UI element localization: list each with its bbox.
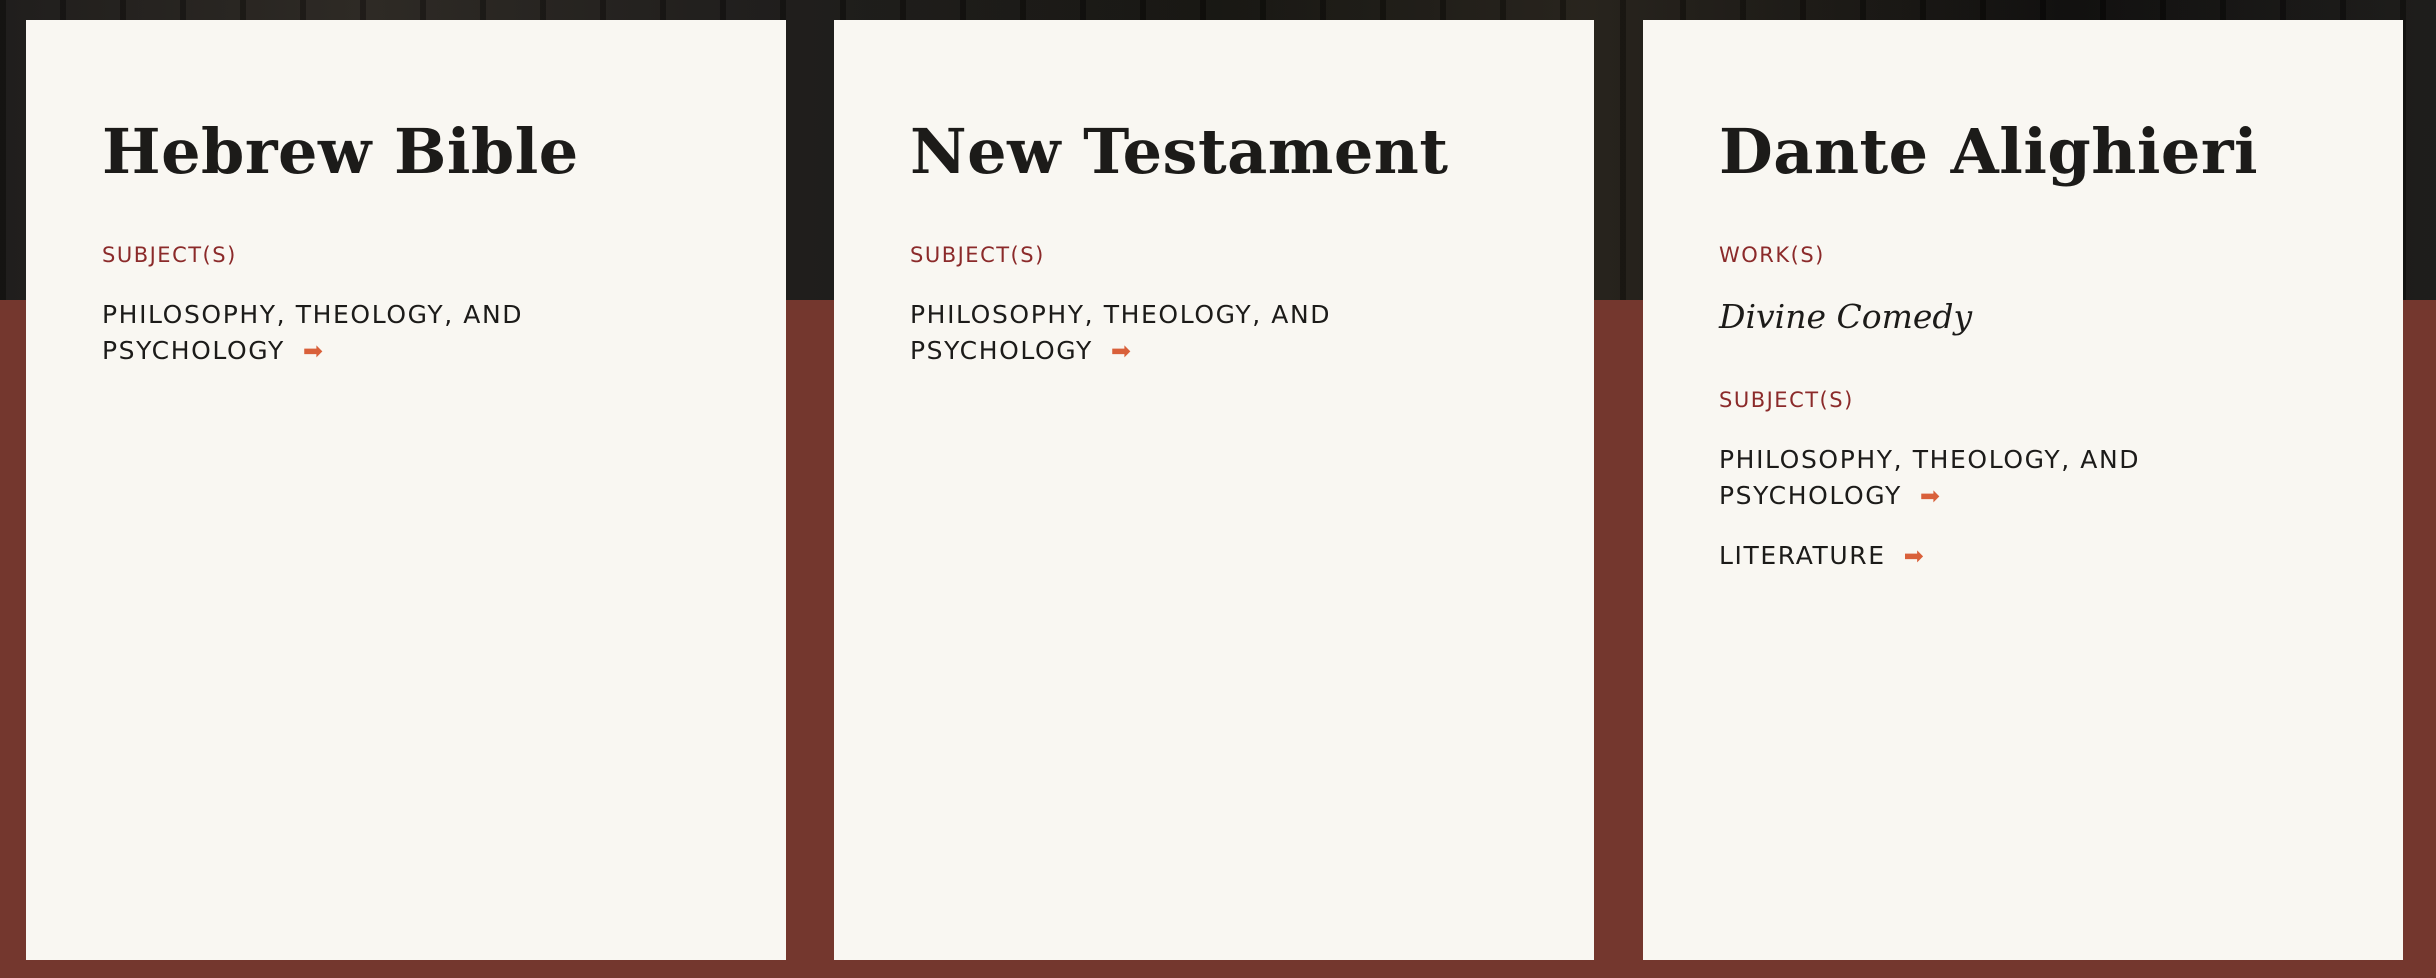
card-title: Hebrew Bible [102,115,579,188]
subject-link[interactable]: PHILOSOPHY, THEOLOGY, AND PSYCHOLOGY ➡ [102,297,582,369]
arrow-right-icon: ➡ [1110,337,1133,366]
arrow-right-icon: ➡ [1903,542,1926,571]
card-hebrew-bible: Hebrew Bible SUBJECT(S) PHILOSOPHY, THEO… [26,20,786,960]
card-title: New Testament [910,115,1449,188]
arrow-right-icon: ➡ [302,337,325,366]
subject-link[interactable]: PHILOSOPHY, THEOLOGY, AND PSYCHOLOGY ➡ [910,297,1390,369]
arrow-right-icon: ➡ [1919,482,1942,511]
works-label: WORK(S) [1719,243,1825,268]
card-title: Dante Alighieri [1719,115,2259,188]
subjects-label: SUBJECT(S) [1719,388,1854,413]
subject-text: LITERATURE [1719,541,1886,571]
subjects-label: SUBJECT(S) [102,243,237,268]
subjects-label: SUBJECT(S) [910,243,1045,268]
work-link[interactable]: Divine Comedy [1719,297,2327,336]
card-new-testament: New Testament SUBJECT(S) PHILOSOPHY, THE… [834,20,1594,960]
card-dante-alighieri: Dante Alighieri WORK(S) Divine Comedy SU… [1643,20,2403,960]
subject-link[interactable]: PHILOSOPHY, THEOLOGY, AND PSYCHOLOGY ➡ [1719,442,2199,514]
subject-link[interactable]: LITERATURE ➡ [1719,538,2199,574]
